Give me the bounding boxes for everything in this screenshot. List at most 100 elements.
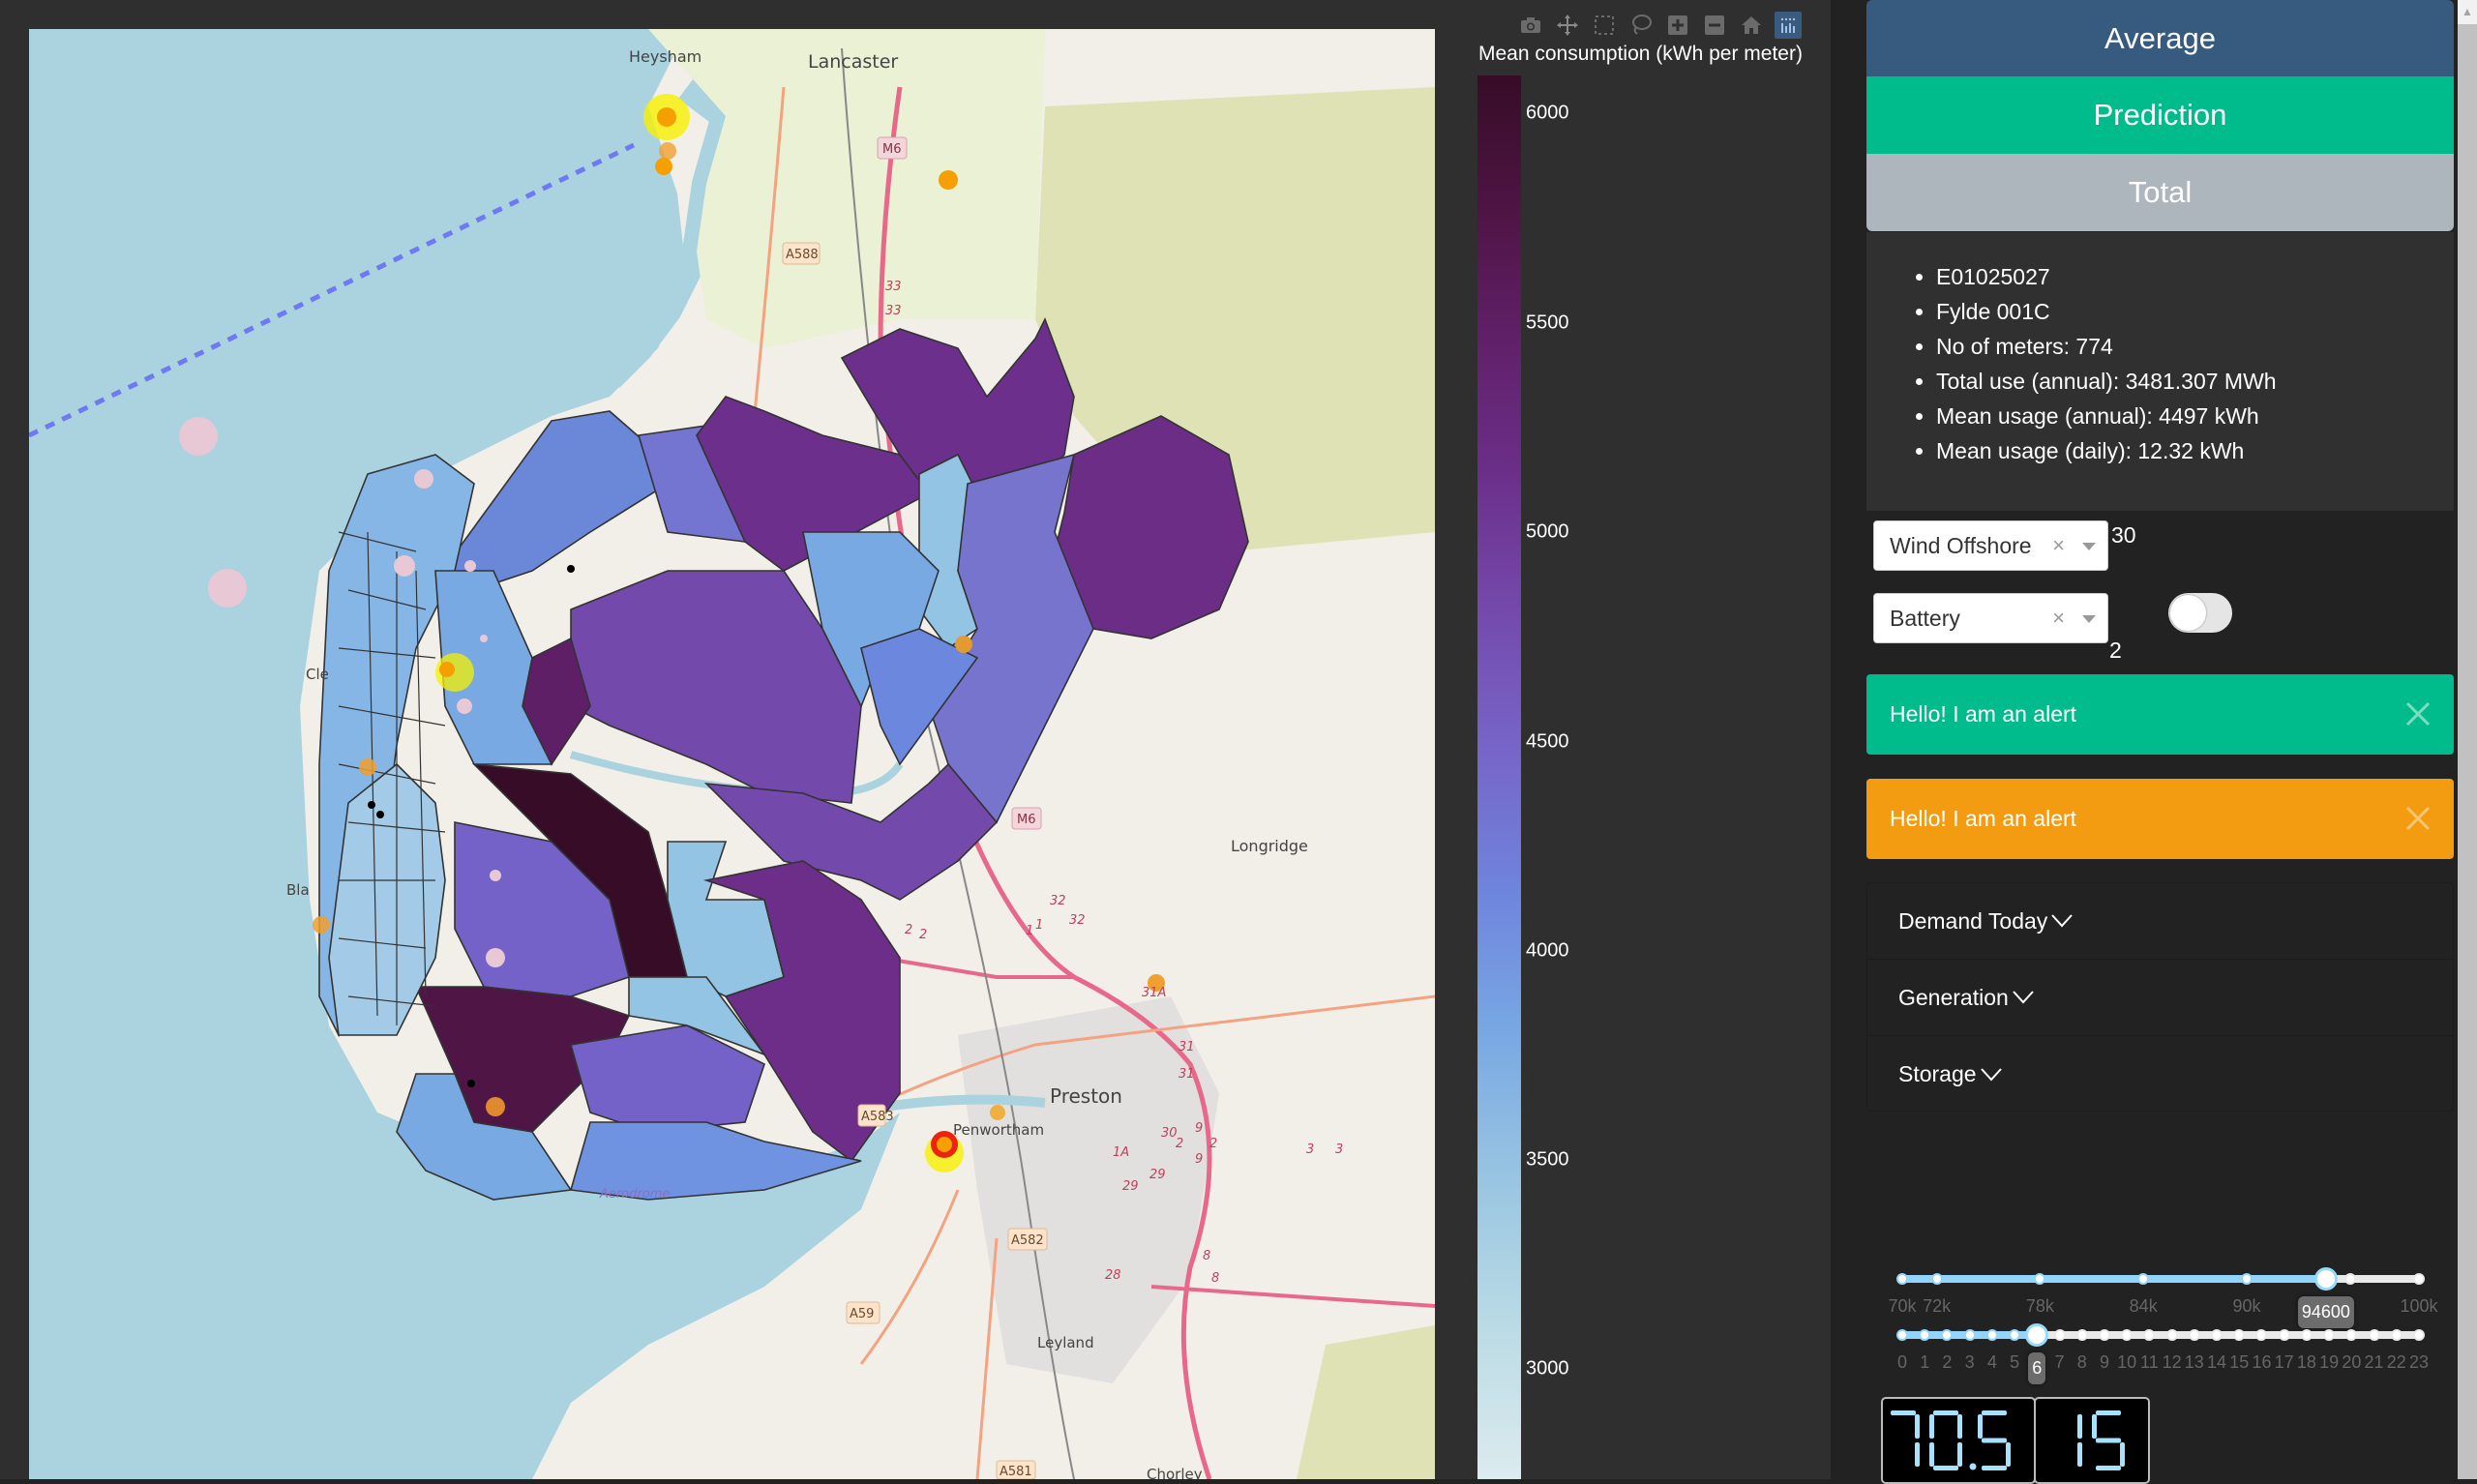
close-icon[interactable] [2402,697,2434,730]
slider-mark[interactable] [2345,1329,2358,1341]
slider-mark[interactable] [2165,1329,2178,1341]
marker-pink[interactable] [394,555,415,577]
slider-mark[interactable] [2075,1329,2088,1341]
marker-orange[interactable] [359,758,376,776]
marker-orange[interactable] [955,636,972,653]
chevron-down-icon[interactable] [2082,615,2096,623]
slider-mark[interactable] [2343,1273,2356,1285]
clear-icon[interactable]: × [2052,533,2065,558]
chevron-down-icon[interactable] [2082,543,2096,550]
info-mean-daily: Mean usage (daily): 12.32 kWh [1936,433,2454,468]
marker-orange[interactable] [990,1105,1005,1120]
slider-mark[interactable] [1985,1329,1998,1341]
label-cleveleys: Cle [306,666,329,683]
slider-mark[interactable] [1896,1273,1908,1285]
slider-mark[interactable] [2098,1329,2110,1341]
marker-pink[interactable] [457,698,472,714]
marker-black[interactable] [467,1080,475,1087]
junction-label: 9 [1195,1152,1203,1167]
slider-mark[interactable] [2413,1273,2425,1285]
storage-toggle-switch[interactable] [2168,593,2232,633]
marker-pink[interactable] [480,635,488,642]
marker-pink[interactable] [490,870,501,881]
slider-mark[interactable] [2233,1329,2246,1341]
zoom-in-icon[interactable] [1664,12,1691,39]
marker-pink[interactable] [486,948,505,967]
slider-mark[interactable] [2278,1329,2290,1341]
marker-black[interactable] [368,801,375,809]
accordion-item-storage[interactable]: Storage [1867,1036,2453,1113]
close-icon[interactable] [2402,802,2434,835]
map-canvas[interactable]: Heysham Lancaster Longridge Preston Penw… [29,29,1435,1479]
label-leyland: Leyland [1037,1334,1094,1351]
prediction-button[interactable]: Prediction [1866,76,2454,154]
reset-home-icon[interactable] [1738,12,1765,39]
accordion-item-generation[interactable]: Generation [1867,960,2453,1036]
label-chorley: Chorley [1147,1466,1203,1479]
slider-track[interactable] [1902,1275,2326,1283]
marker-orange[interactable] [659,142,676,160]
slider-mark[interactable] [2255,1329,2268,1341]
marker-orange[interactable] [657,107,676,127]
marker-black[interactable] [376,811,384,818]
choropleth-map[interactable]: Heysham Lancaster Longridge Preston Penw… [29,29,1435,1479]
marker-orange[interactable] [655,158,672,175]
marker-orange[interactable] [313,916,330,934]
scroll-up-arrow-icon[interactable]: ▲ [2458,0,2477,24]
marker-orange[interactable] [939,170,958,190]
slider-mark[interactable] [2368,1329,2380,1341]
slider-handle[interactable] [2313,1267,2338,1291]
slider-mark[interactable] [1930,1273,1943,1285]
marker-orange[interactable] [937,1137,952,1152]
slider-mark[interactable] [2413,1329,2425,1341]
junction-label: 1 [1035,918,1043,933]
plotly-logo-icon[interactable] [1775,12,1802,39]
marker-black[interactable] [567,565,575,573]
toggle-knob[interactable] [2170,595,2206,631]
slider-mark[interactable] [2390,1329,2402,1341]
junction-label: 9 [1195,1121,1203,1136]
slider-mark[interactable] [2034,1273,2046,1285]
marker-pink[interactable] [414,469,433,489]
led-display-demand [1881,1397,2036,1484]
slider-mark[interactable] [2053,1329,2066,1341]
marker-orange[interactable] [439,662,455,677]
accordion-item-demand-today[interactable]: Demand Today [1867,883,2453,960]
total-button[interactable]: Total [1866,154,2454,231]
slider-mark-label: 8 [2076,1352,2087,1372]
generation-type-dropdown[interactable]: Wind Offshore × [1873,520,2108,571]
marker-pink[interactable] [208,569,247,608]
slider-mark[interactable] [1896,1329,1908,1341]
marker-pink[interactable] [464,560,476,572]
slider-mark[interactable] [2121,1329,2134,1341]
slider-mark[interactable] [2009,1329,2021,1341]
hour-slider[interactable]: 012345678910111213141516171819202122236 [1896,1323,2429,1384]
pan-icon[interactable] [1554,12,1581,39]
slider-mark[interactable] [2241,1273,2253,1285]
slider-mark[interactable] [2211,1329,2223,1341]
marker-pink[interactable] [179,417,218,456]
slider-mark[interactable] [2323,1329,2336,1341]
average-button[interactable]: Average [1866,0,2454,77]
marker-orange[interactable] [486,1097,505,1116]
page-scrollbar[interactable]: ▲ [2458,0,2477,1479]
zoom-out-icon[interactable] [1701,12,1728,39]
slider-mark[interactable] [2137,1273,2150,1285]
slider-mark[interactable] [2143,1329,2156,1341]
slider-handle[interactable] [2025,1323,2049,1347]
label-longridge: Longridge [1231,837,1308,855]
camera-icon[interactable] [1517,12,1544,39]
accordion-label: Demand Today [1898,907,2048,934]
demand-slider[interactable]: 70k 72k 78k 84k 90k 100k 94600 [1888,1267,2438,1328]
slider-mark[interactable] [2188,1329,2200,1341]
led-segment [1982,1438,2007,1443]
lasso-select-icon[interactable] [1627,12,1655,39]
slider-mark[interactable] [1919,1329,1931,1341]
slider-mark[interactable] [1963,1329,1976,1341]
slider-mark[interactable] [2300,1329,2313,1341]
box-select-icon[interactable] [1591,12,1618,39]
led-segment [1915,1414,1920,1439]
slider-mark[interactable] [1941,1329,1954,1341]
clear-icon[interactable]: × [2052,606,2065,631]
storage-type-dropdown[interactable]: Battery × [1873,593,2108,643]
